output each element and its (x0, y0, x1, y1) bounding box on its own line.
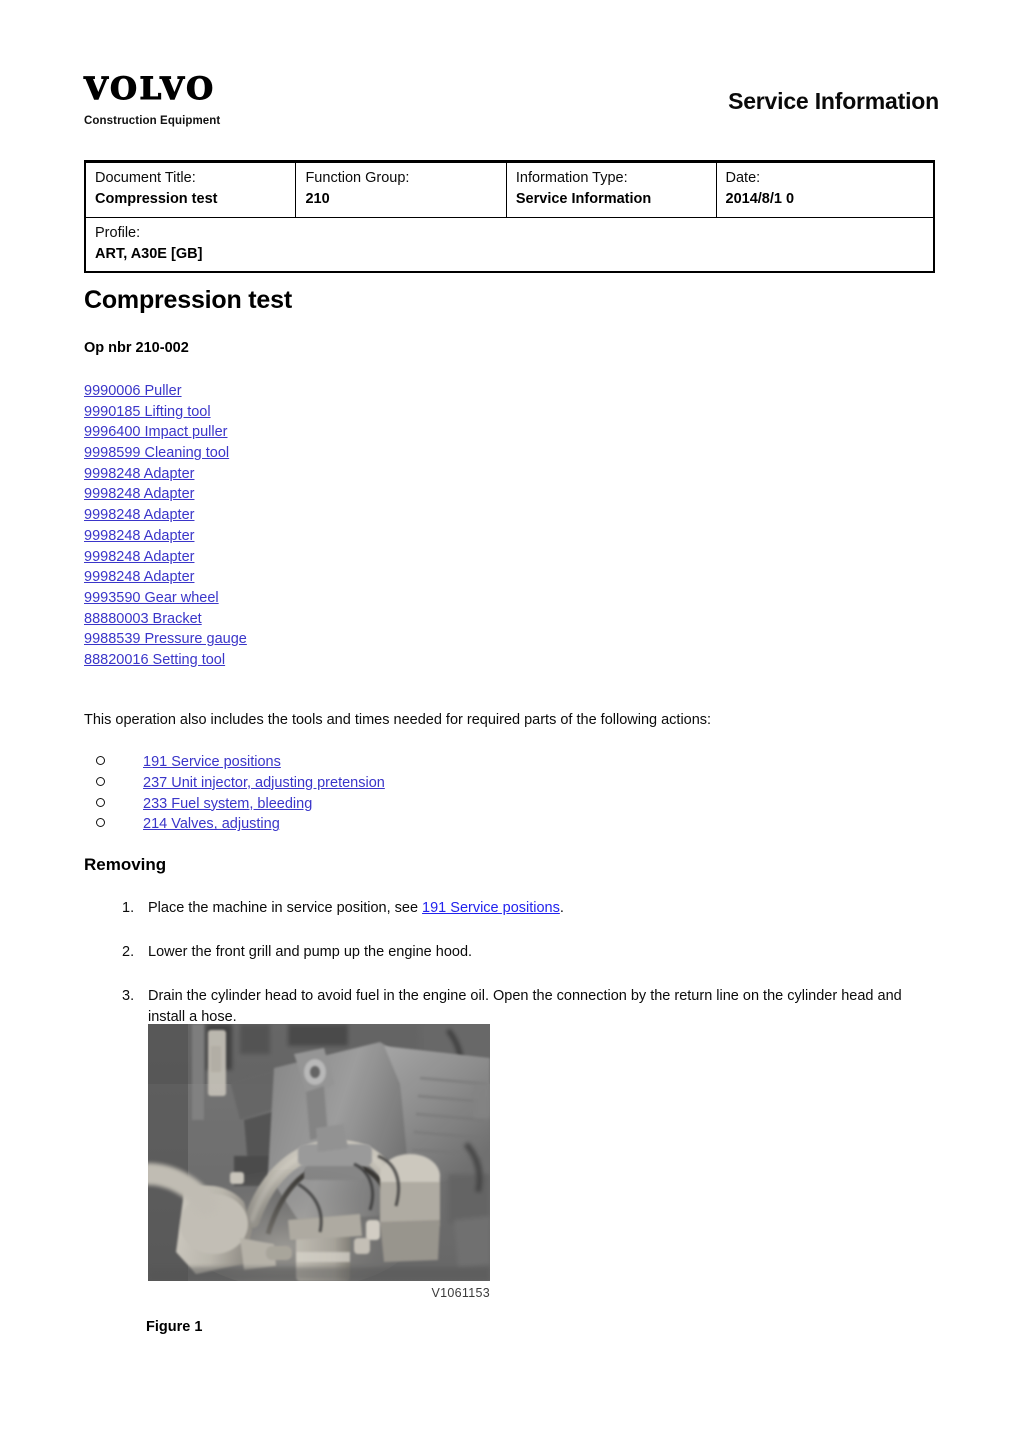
cell-label: Function Group: (305, 170, 410, 186)
step-text: Drain the cylinder head to avoid fuel in… (148, 988, 902, 1025)
tool-link[interactable]: 9998248 Adapter (84, 484, 194, 505)
volvo-tagline: Construction Equipment (84, 115, 221, 127)
tool-link[interactable]: 9996400 Impact puller (84, 422, 228, 443)
tool-link[interactable]: 88820016 Setting tool (84, 650, 225, 671)
operation-number: Op nbr 210-002 (84, 340, 189, 356)
step-text: Place the machine in service position, s… (148, 898, 942, 919)
cell-value: Service Information (515, 190, 652, 207)
step-3: 3. Drain the cylinder head to avoid fuel… (122, 986, 942, 1028)
action-link[interactable]: 237 Unit injector, adjusting pretension (143, 773, 385, 794)
header-title: Service Information (728, 88, 939, 114)
list-item[interactable]: 191 Service positions (96, 752, 716, 773)
tool-link[interactable]: 9993590 Gear wheel (84, 588, 219, 609)
cell-profile: Profile: ART, A30E [GB] (86, 217, 933, 272)
table-row: Profile: ART, A30E [GB] (86, 217, 933, 272)
cell-label: Information Type: (515, 170, 628, 186)
cell-label: Profile: (95, 225, 141, 241)
procedure-steps: 1. Place the machine in service position… (122, 898, 942, 1028)
cell-label: Document Title: (95, 170, 196, 186)
tool-link[interactable]: 9998248 Adapter (84, 505, 194, 526)
engine-photo-graphic (148, 1024, 490, 1281)
action-link[interactable]: 214 Valves, adjusting (143, 814, 280, 835)
circle-bullet-icon (96, 797, 105, 807)
tool-list: 9990006 Puller 9990185 Lifting tool 9996… (84, 381, 504, 671)
cell-value: Compression test (95, 190, 218, 207)
cell-information-type: Information Type: Service Information (505, 162, 717, 218)
tool-link[interactable]: 9998599 Cleaning tool (84, 443, 229, 464)
tool-link[interactable]: 9988539 Pressure gauge (84, 629, 247, 650)
step-1: 1. Place the machine in service position… (122, 898, 942, 919)
volvo-wordmark: VOLVO (83, 71, 216, 107)
figure-1: V1061153 (148, 1024, 490, 1300)
page-title: Compression test (84, 286, 292, 314)
page-header: VOLVO Construction Equipment Service Inf… (83, 71, 939, 144)
step-text-after: . (559, 900, 564, 916)
cell-value: 210 (305, 190, 330, 207)
circle-bullet-icon (96, 756, 105, 765)
tool-link[interactable]: 9990185 Lifting tool (84, 402, 211, 423)
action-link[interactable]: 191 Service positions (143, 752, 281, 773)
volvo-logo: VOLVO Construction Equipment (83, 71, 384, 127)
cell-value: 2014/8/1 0 (725, 190, 795, 207)
step-text: Lower the front grill and pump up the en… (148, 944, 473, 960)
step-number: 2. (122, 944, 135, 960)
tool-link[interactable]: 9998248 Adapter (84, 567, 194, 588)
engine-photo (148, 1024, 490, 1281)
list-item[interactable]: 214 Valves, adjusting (96, 814, 716, 835)
circle-bullet-icon (96, 776, 105, 786)
tool-link[interactable]: 9998248 Adapter (84, 464, 194, 485)
cell-label: Date: (725, 170, 761, 186)
tool-link[interactable]: 9990006 Puller (84, 381, 182, 402)
circle-bullet-icon (96, 818, 105, 828)
table-row: Document Title: Compression test Functio… (86, 162, 933, 218)
cell-date: Date: 2014/8/1 0 (715, 162, 933, 218)
cell-value: ART, A30E [GB] (95, 245, 203, 262)
related-actions-list: 191 Service positions 237 Unit injector,… (96, 752, 716, 835)
list-item[interactable]: 233 Fuel system, bleeding (96, 794, 716, 815)
step-text-before: Place the machine in service position, s… (148, 900, 423, 916)
figure-image-code: V1061153 (431, 1286, 490, 1300)
tool-link[interactable]: 9998248 Adapter (84, 547, 194, 568)
section-heading-removing: Removing (84, 855, 167, 874)
step-number: 3. (122, 988, 135, 1004)
intro-text: This operation also includes the tools a… (84, 712, 712, 728)
document-info-table: Document Title: Compression test Functio… (84, 160, 935, 274)
tool-link[interactable]: 88880003 Bracket (84, 609, 202, 630)
cell-function-group: Function Group: 210 (295, 162, 507, 218)
cell-document-title: Document Title: Compression test (86, 162, 297, 218)
step-number: 1. (122, 900, 135, 916)
step-2: 2. Lower the front grill and pump up the… (122, 942, 942, 963)
tool-link[interactable]: 9998248 Adapter (84, 526, 194, 547)
action-link[interactable]: 233 Fuel system, bleeding (143, 794, 312, 815)
figure-caption: Figure 1 (146, 1319, 203, 1335)
document-page: VOLVO Construction Equipment Service Inf… (0, 0, 1024, 1449)
step-link[interactable]: 191 Service positions (422, 900, 560, 916)
list-item[interactable]: 237 Unit injector, adjusting pretension (96, 773, 716, 794)
